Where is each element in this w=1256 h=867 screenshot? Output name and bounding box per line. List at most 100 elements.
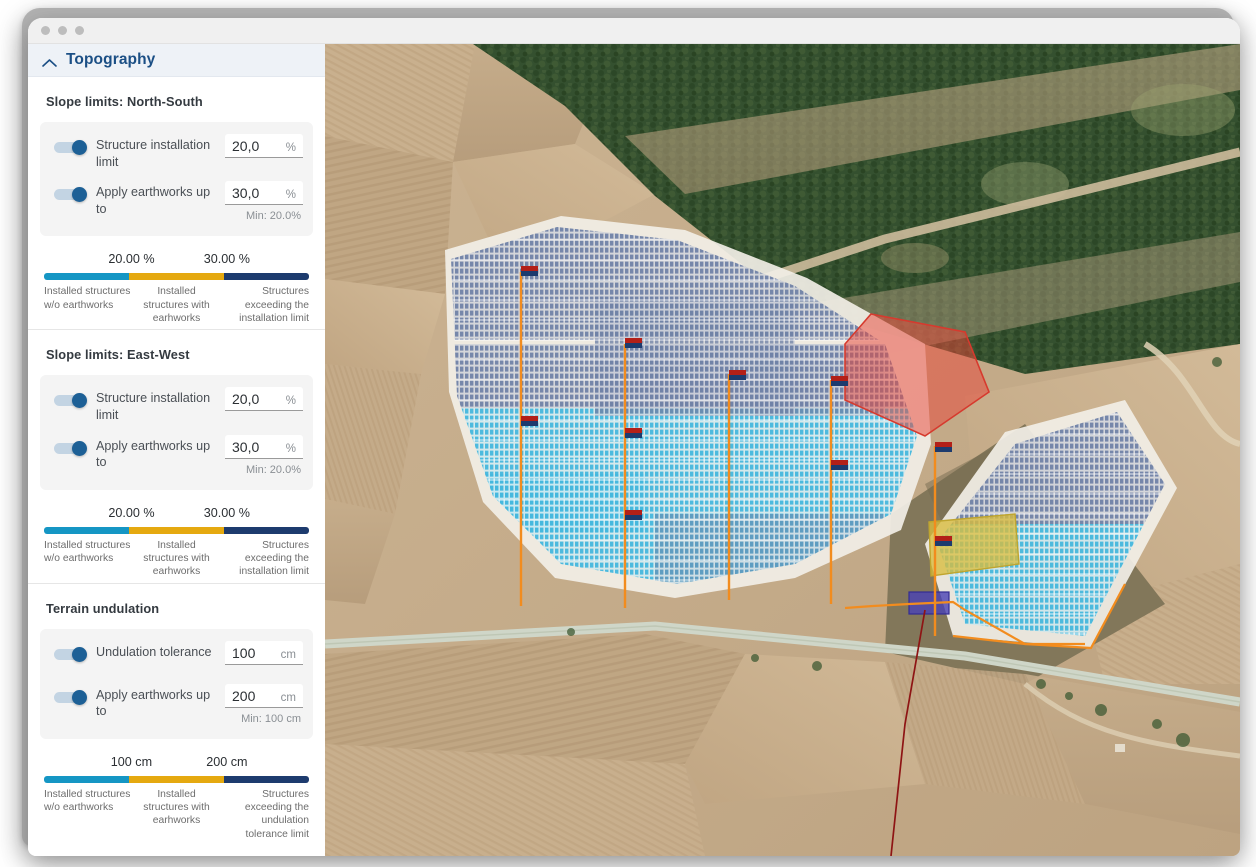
legend-labels: Installed structures w/o earthworks Inst… xyxy=(44,280,309,325)
legend-segment-with-earthworks xyxy=(128,526,225,534)
input-value: 200 xyxy=(232,687,256,704)
topography-sidebar: Topography Slope limits: North-South Str… xyxy=(28,44,325,856)
chevron-up-icon xyxy=(42,55,57,67)
legend-east-west: 20.00 % 30.00 % Installed structures w/o… xyxy=(40,490,313,583)
settings-card: Structure installation limit 20,0 % Appl… xyxy=(40,122,313,237)
input-undulation-tolerance[interactable]: 100 cm xyxy=(225,640,303,665)
legend-segment-without-earthworks xyxy=(44,273,129,281)
setting-row-apply-earthworks: Apply earthworks up to 200 cm Min: 100 c… xyxy=(50,680,303,729)
setting-row-apply-earthworks: Apply earthworks up to 30,0 % Min: 20.0% xyxy=(50,431,303,480)
legend-segment-without-earthworks xyxy=(44,526,129,534)
input-unit: cm xyxy=(280,691,296,704)
legend-segment-exceeding xyxy=(224,526,309,534)
settings-card: Undulation tolerance 100 cm Apply earthw… xyxy=(40,628,313,739)
field-wrapper: 100 cm xyxy=(225,640,303,665)
legend-ticks: 20.00 % 30.00 % xyxy=(44,506,309,523)
toggle-apply-earthworks[interactable] xyxy=(54,689,87,705)
legend-tick-low: 20.00 % xyxy=(108,252,155,267)
input-unit: % xyxy=(285,189,296,202)
input-apply-earthworks[interactable]: 30,0 % xyxy=(225,181,303,206)
input-min-hint: Min: 20.0% xyxy=(245,210,301,223)
setting-label: Structure installation limit xyxy=(96,391,211,422)
setting-row-apply-earthworks: Apply earthworks up to 30,0 % Min: 20.0% xyxy=(50,177,303,226)
setting-row-undulation-tolerance: Undulation tolerance 100 cm xyxy=(50,637,303,677)
field-wrapper: 20,0 % xyxy=(225,134,303,158)
window-dot-minimize[interactable] xyxy=(58,26,67,35)
legend-segment-exceeding xyxy=(224,775,309,783)
toggle-apply-earthworks[interactable] xyxy=(54,187,87,203)
toggle-apply-earthworks[interactable] xyxy=(54,440,87,456)
input-unit: % xyxy=(285,142,296,154)
legend-label-without-earthworks: Installed structures w/o earthworks xyxy=(44,286,131,311)
input-unit: % xyxy=(285,442,296,455)
toggle-knob xyxy=(72,140,87,155)
section-east-west: Slope limits: East-West Structure instal… xyxy=(28,330,325,582)
legend-segment-exceeding xyxy=(224,273,309,281)
section-title: Slope limits: East-West xyxy=(46,347,190,363)
toggle-undulation-tolerance[interactable] xyxy=(54,646,87,662)
legend-terrain-undulation: 100 cm 200 cm Installed structures w/o e… xyxy=(40,739,313,846)
input-unit: cm xyxy=(280,648,296,661)
setting-label: Apply earthworks up to xyxy=(96,438,211,470)
legend-label-without-earthworks: Installed structures w/o earthworks xyxy=(44,788,131,814)
field-wrapper: 30,0 % Min: 20.0% xyxy=(225,181,303,222)
toggle-structure-installation-limit[interactable] xyxy=(54,140,87,155)
legend-label-exceeding: Structures exceeding the installation li… xyxy=(239,539,309,578)
legend-ticks: 100 cm 200 cm xyxy=(44,755,309,772)
legend-ticks: 20.00 % 30.00 % xyxy=(44,252,309,269)
window-dot-maximize[interactable] xyxy=(75,26,84,35)
input-value: 20,0 xyxy=(232,391,260,408)
input-unit: % xyxy=(285,395,296,408)
section-north-south: Slope limits: North-South Structure inst… xyxy=(28,77,325,329)
legend-label-with-earthworks: Installed structures with earhworks xyxy=(143,539,210,578)
site-map-canvas[interactable] xyxy=(325,44,1240,856)
toggle-knob xyxy=(72,440,87,456)
legend-label-without-earthworks: Installed structures w/o earthworks xyxy=(44,539,131,564)
legend-label-exceeding: Structures exceeding the undulation tole… xyxy=(244,788,309,840)
legend-tick-low: 20.00 % xyxy=(108,505,155,520)
window-dot-close[interactable] xyxy=(41,26,50,35)
panel-title: Topography xyxy=(66,51,156,68)
section-title: Slope limits: North-South xyxy=(46,94,203,109)
toggle-knob xyxy=(72,187,87,203)
topography-panel-header[interactable]: Topography xyxy=(28,44,325,77)
app-content: Topography Slope limits: North-South Str… xyxy=(28,44,1240,856)
legend-labels: Installed structures w/o earthworks Inst… xyxy=(44,783,309,842)
field-wrapper: 30,0 % Min: 20.0% xyxy=(225,434,303,476)
legend-tick-high: 30.00 % xyxy=(203,252,250,267)
legend-color-bar xyxy=(44,526,309,534)
setting-row-structure-installation-limit: Structure installation limit 20,0 % xyxy=(50,383,303,427)
legend-segment-with-earthworks xyxy=(128,775,225,783)
input-apply-earthworks[interactable]: 200 cm xyxy=(225,683,303,708)
legend-color-bar xyxy=(44,775,309,783)
input-value: 20,0 xyxy=(232,138,260,154)
setting-label: Apply earthworks up to xyxy=(96,185,211,216)
input-value: 100 xyxy=(232,644,256,661)
legend-color-bar xyxy=(44,273,309,281)
legend-tick-low: 100 cm xyxy=(110,754,153,769)
setting-row-structure-installation-limit: Structure installation limit 20,0 % xyxy=(50,130,303,174)
window-titlebar xyxy=(28,18,1240,44)
input-structure-installation-limit[interactable]: 20,0 % xyxy=(225,134,303,158)
legend-tick-high: 200 cm xyxy=(206,754,248,769)
toggle-structure-installation-limit[interactable] xyxy=(54,393,87,409)
legend-north-south: 20.00 % 30.00 % Installed structures w/o… xyxy=(40,236,313,329)
legend-segment-without-earthworks xyxy=(44,775,129,783)
input-structure-installation-limit[interactable]: 20,0 % xyxy=(225,387,303,412)
aerial-map-svg xyxy=(325,44,1240,856)
legend-labels: Installed structures w/o earthworks Inst… xyxy=(44,534,309,579)
app-window: Topography Slope limits: North-South Str… xyxy=(28,18,1240,856)
section-title: Terrain undulation xyxy=(46,600,160,616)
legend-segment-with-earthworks xyxy=(128,273,225,281)
section-terrain-undulation: Terrain undulation Undulation tolerance … xyxy=(28,584,325,846)
legend-label-with-earthworks: Installed structures with earhworks xyxy=(143,788,210,827)
setting-label: Structure installation limit xyxy=(96,138,211,169)
setting-label: Apply earthworks up to xyxy=(96,687,211,719)
toggle-knob xyxy=(72,689,87,705)
legend-label-with-earthworks: Installed structures with earhworks xyxy=(143,286,210,324)
input-min-hint: Min: 20.0% xyxy=(245,463,301,476)
input-apply-earthworks[interactable]: 30,0 % xyxy=(225,434,303,459)
input-min-hint: Min: 100 cm xyxy=(241,712,301,725)
field-wrapper: 200 cm Min: 100 cm xyxy=(225,683,303,725)
toggle-knob xyxy=(72,393,87,409)
